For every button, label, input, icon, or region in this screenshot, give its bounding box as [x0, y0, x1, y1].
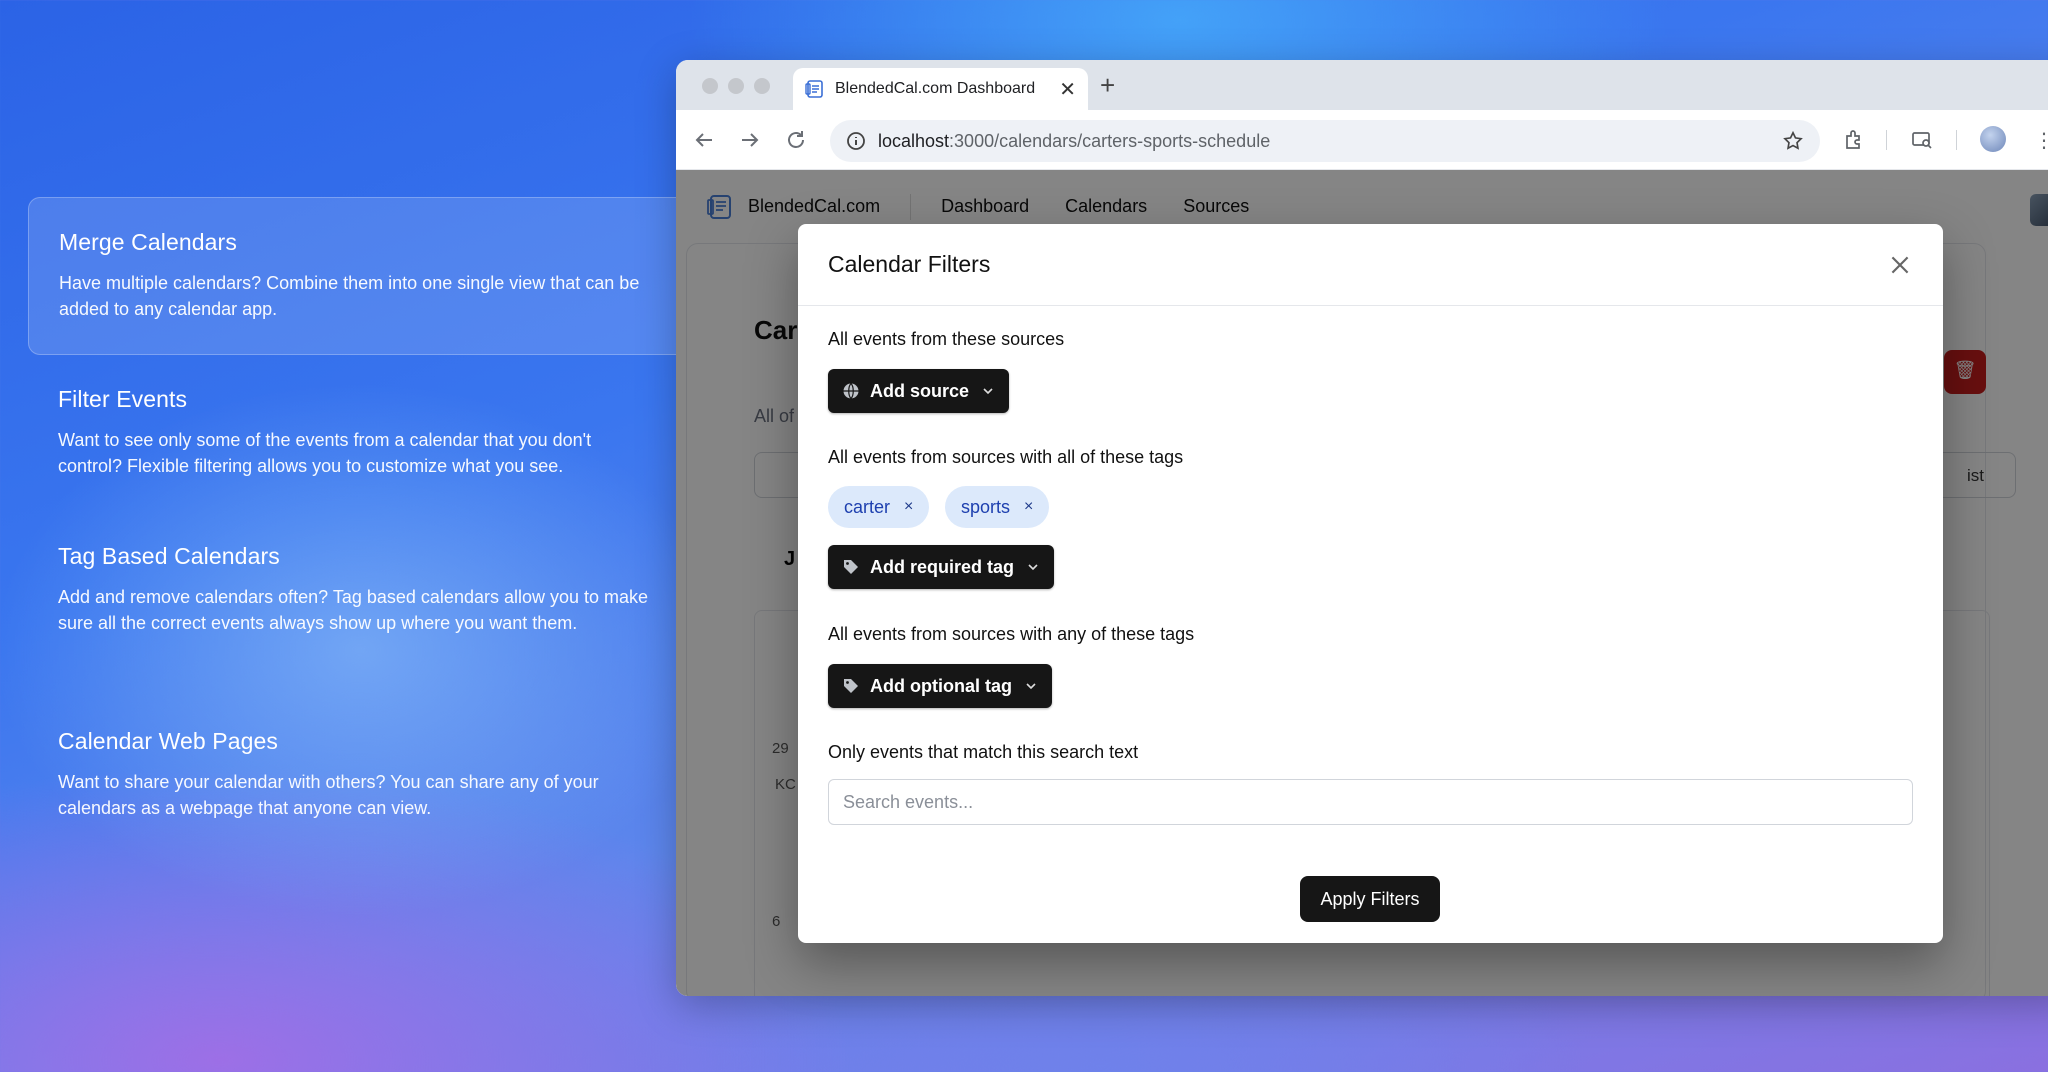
- tab-close-icon[interactable]: ✕: [1059, 77, 1076, 102]
- url-host: localhost: [878, 130, 950, 151]
- chevron-down-icon: [983, 388, 993, 395]
- tag-icon: [844, 679, 858, 693]
- feature-title: Calendar Web Pages: [58, 728, 279, 754]
- remove-tag-icon[interactable]: ×: [1024, 498, 1033, 516]
- site-info-icon[interactable]: [846, 131, 866, 151]
- search-events-input[interactable]: [828, 779, 1913, 825]
- url-path: :3000/calendars/carters-sports-schedule: [949, 130, 1271, 151]
- feature-filter-events[interactable]: Filter Events Want to see only some of t…: [28, 355, 678, 512]
- feature-description: Want to see only some of the events from…: [58, 430, 592, 476]
- window-controls: [702, 78, 770, 94]
- tag-icon: [844, 560, 858, 574]
- tab-title: BlendedCal.com Dashboard: [835, 80, 1036, 97]
- feature-merge-calendars[interactable]: Merge Calendars Have multiple calendars?…: [28, 197, 678, 355]
- feature-title: Merge Calendars: [59, 229, 237, 255]
- minimize-window-button[interactable]: [728, 78, 744, 94]
- feature-title: Filter Events: [58, 386, 188, 412]
- add-required-tag-label: Add required tag: [870, 556, 1015, 577]
- menu-kebab-icon[interactable]: ⋮: [2034, 128, 2048, 153]
- required-tags-label: All events from sources with all of thes…: [828, 447, 1184, 467]
- globe-icon: [843, 383, 859, 399]
- address-bar[interactable]: localhost:3000/calendars/carters-sports-…: [830, 120, 1820, 162]
- add-optional-tag-label: Add optional tag: [870, 675, 1012, 696]
- toolbar-divider: [1886, 130, 1887, 150]
- feature-list: Merge Calendars Have multiple calendars?…: [28, 197, 678, 857]
- feature-description: Want to share your calendar with others?…: [58, 772, 599, 818]
- calendar-favicon-icon: [805, 80, 823, 98]
- reload-icon[interactable]: [784, 128, 808, 152]
- modal-title: Calendar Filters: [828, 251, 991, 277]
- add-source-button[interactable]: Add source: [828, 369, 1010, 413]
- search-text-label: Only events that match this search text: [828, 742, 1139, 762]
- tab-search-icon[interactable]: [1910, 128, 1934, 152]
- sources-label: All events from these sources: [828, 329, 1065, 349]
- feature-calendar-web-pages[interactable]: Calendar Web Pages Want to share your ca…: [28, 697, 678, 857]
- calendar-filters-modal: Calendar Filters All events from these s…: [798, 224, 1943, 943]
- apply-filters-button[interactable]: Apply Filters: [1300, 876, 1440, 922]
- add-required-tag-button[interactable]: Add required tag: [828, 545, 1055, 589]
- bookmark-star-icon[interactable]: [1782, 130, 1804, 152]
- add-source-label: Add source: [870, 380, 970, 401]
- tag-chip-label: sports: [961, 496, 1011, 517]
- remove-tag-icon[interactable]: ×: [904, 498, 913, 516]
- feature-title: Tag Based Calendars: [58, 543, 280, 569]
- close-icon[interactable]: [1887, 252, 1913, 278]
- optional-tags-label: All events from sources with any of thes…: [828, 624, 1195, 644]
- tag-chip-sports: sports ×: [945, 486, 1050, 528]
- profile-avatar[interactable]: [1980, 126, 2006, 152]
- browser-toolbar: localhost:3000/calendars/carters-sports-…: [676, 110, 2048, 170]
- back-icon[interactable]: [692, 128, 716, 152]
- feature-description: Have multiple calendars? Combine them in…: [59, 273, 640, 319]
- toolbar-divider: [1956, 130, 1957, 150]
- forward-icon[interactable]: [738, 128, 762, 152]
- maximize-window-button[interactable]: [754, 78, 770, 94]
- chevron-down-icon: [1028, 564, 1038, 571]
- tag-chip-carter: carter ×: [828, 486, 930, 528]
- extensions-icon[interactable]: [1842, 128, 1866, 152]
- modal-header: Calendar Filters: [798, 224, 1943, 306]
- feature-description: Add and remove calendars often? Tag base…: [58, 587, 649, 633]
- close-window-button[interactable]: [702, 78, 718, 94]
- url-text: localhost:3000/calendars/carters-sports-…: [878, 131, 1782, 152]
- new-tab-button[interactable]: +: [1100, 70, 1115, 101]
- feature-tag-based-calendars[interactable]: Tag Based Calendars Add and remove calen…: [28, 512, 678, 697]
- tab-strip: BlendedCal.com Dashboard ✕ +: [676, 60, 2048, 110]
- chevron-down-icon: [1026, 683, 1036, 690]
- tag-chip-label: carter: [844, 496, 891, 517]
- add-optional-tag-button[interactable]: Add optional tag: [828, 664, 1052, 708]
- browser-tab[interactable]: BlendedCal.com Dashboard ✕: [793, 68, 1088, 110]
